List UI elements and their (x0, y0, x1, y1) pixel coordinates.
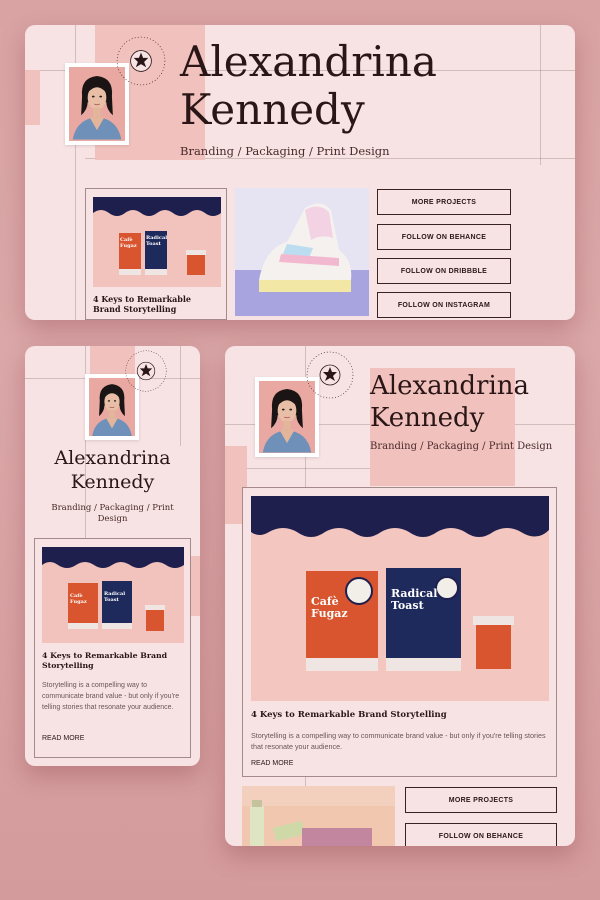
certified-badge (305, 350, 355, 400)
post-card[interactable]: Cafè Fugaz Radical Toast 4 Keys to Remarka… (242, 487, 557, 777)
post-description: Storytelling is a compelling way to comm… (42, 682, 180, 711)
pouch-label-cafe: Cafè Fugaz (70, 593, 87, 605)
post-image: Cafè Fugaz Radical Toast (42, 547, 184, 643)
follow-dribbble-button[interactable]: FOLLOW ON DRIBBBLE (377, 258, 511, 284)
grid-line (540, 25, 541, 165)
name-line-1: Alexandrina (54, 447, 171, 469)
tagline: Branding / Packaging / Print Design (180, 144, 390, 158)
post-title[interactable]: 4 Keys to Remarkable Brand Storytelling (251, 710, 447, 721)
more-projects-button[interactable]: MORE PROJECTS (405, 787, 557, 813)
pouch-label-radical: Radical Toast (391, 587, 438, 612)
name-line-2: Kennedy (180, 85, 365, 134)
pouch-label-radical: Radical Toast (146, 235, 168, 247)
post-image: Cafè Fugaz Radical Toast (93, 197, 221, 287)
pouch-label-cafe: Cafè Fugaz (311, 595, 348, 620)
sneaker-image (235, 188, 369, 316)
name-line-1: Alexandrina (180, 37, 437, 86)
follow-behance-button[interactable]: FOLLOW ON BEHANCE (377, 224, 511, 250)
read-more-link[interactable]: READ MORE (251, 760, 293, 767)
grid-line (180, 346, 181, 446)
pouch-label-radical: Radical Toast (104, 591, 126, 603)
post-title[interactable]: 4 Keys to Remarkable Brand Storytelling (93, 294, 221, 314)
desktop-card: Alexandrina Kennedy Branding / Packaging… (25, 25, 575, 320)
tagline-line-1: Branding / Packaging / Print (51, 503, 174, 513)
bottles-image (242, 786, 395, 846)
tablet-card: Alexandrina Kennedy Branding / Packaging… (225, 346, 575, 846)
post-card[interactable]: Cafè Fugaz Radical Toast 4 Keys to Remarka… (34, 538, 191, 758)
post-description: Storytelling is a compelling way to comm… (251, 731, 546, 751)
more-projects-button[interactable]: MORE PROJECTS (377, 189, 511, 215)
tagline: Branding / Packaging / Print Design (370, 441, 553, 452)
post-card[interactable]: Cafè Fugaz Radical Toast 4 Keys to Remarka… (85, 188, 227, 320)
follow-behance-button[interactable]: FOLLOW ON BEHANCE (405, 823, 557, 846)
accent-block (25, 70, 40, 125)
post-title-line-2[interactable]: Storytelling (42, 661, 94, 671)
post-title-line-1[interactable]: 4 Keys to Remarkable Brand (42, 651, 167, 661)
certified-badge (115, 35, 167, 87)
name-line-2: Kennedy (370, 403, 485, 433)
post-image: Cafè Fugaz Radical Toast (251, 496, 549, 701)
name-line-2: Kennedy (70, 471, 155, 493)
name-line-1: Alexandrina (370, 371, 530, 401)
pouch-label-cafe: Cafè Fugaz (120, 237, 137, 249)
certified-badge (124, 349, 168, 393)
follow-instagram-button[interactable]: FOLLOW ON INSTAGRAM (377, 292, 511, 318)
tagline-line-2: Design (97, 514, 128, 524)
mobile-card: Alexandrina Kennedy Branding / Packaging… (25, 346, 200, 766)
read-more-link[interactable]: READ MORE (42, 735, 84, 742)
